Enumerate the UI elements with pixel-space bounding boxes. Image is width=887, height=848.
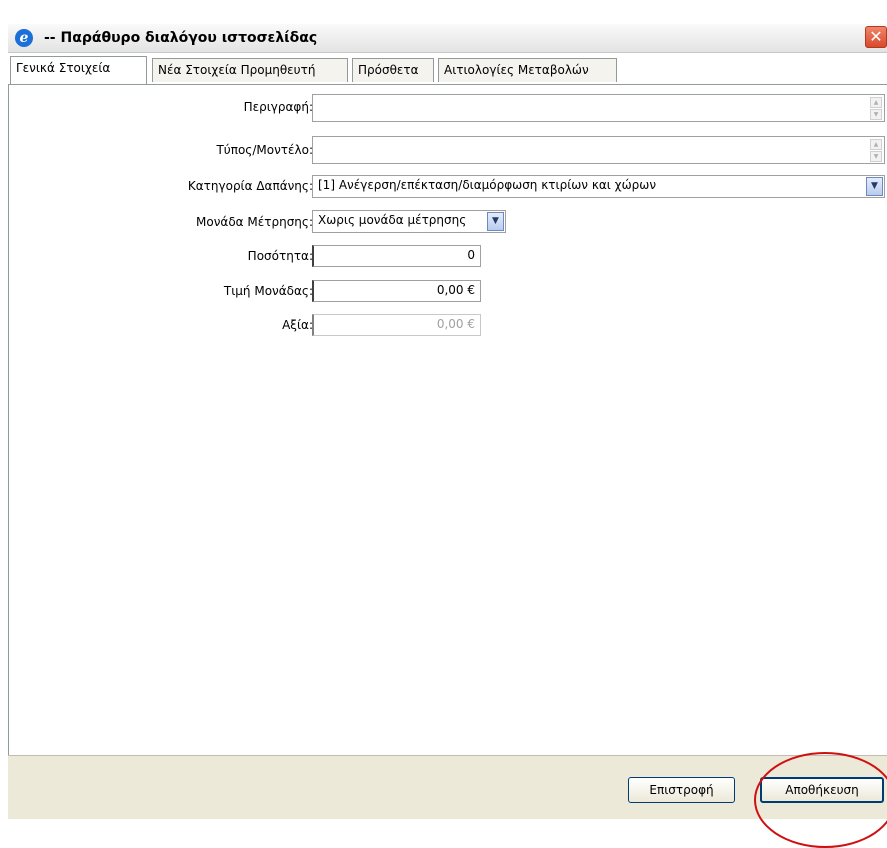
window-title: -- Παράθυρο διαλόγου ιστοσελίδας — [44, 30, 318, 46]
tab-label: Γενικά Στοιχεία — [16, 61, 111, 75]
title-bar: e -- Παράθυρο διαλόγου ιστοσελίδας ✕ — [8, 24, 887, 53]
description-field[interactable]: ▲ ▼ — [312, 94, 885, 122]
value-amount: 0,00 € — [436, 317, 475, 331]
value-label: Αξία: — [282, 318, 313, 332]
type-model-label: Τύπος/Μοντέλο: — [216, 143, 313, 157]
value-field-readonly: 0,00 € — [312, 314, 481, 336]
scroll-down-icon[interactable]: ▼ — [870, 151, 882, 162]
expense-category-label: Κατηγορία Δαπάνης: — [187, 179, 313, 193]
unit-price-value: 0,00 € — [436, 283, 475, 297]
chevron-down-icon[interactable]: ▼ — [487, 212, 504, 231]
unit-of-measure-value: Χωρις μονάδα μέτρησης — [318, 213, 467, 227]
quantity-label: Ποσότητα: — [247, 249, 313, 263]
scroll-up-icon[interactable]: ▲ — [870, 139, 882, 150]
tab-additional[interactable]: Πρόσθετα — [352, 58, 434, 82]
general-info-panel: Περιγραφή: ▲ ▼ Τύπος/Μοντέλο: ▲ ▼ Κατηγο… — [8, 85, 887, 755]
tab-label: Νέα Στοιχεία Προμηθευτή — [158, 63, 316, 77]
tab-strip: Γενικά Στοιχεία Νέα Στοιχεία Προμηθευτή … — [8, 53, 887, 85]
unit-of-measure-label: Μονάδα Μέτρησης: — [196, 215, 313, 229]
back-button[interactable]: Επιστροφή — [628, 777, 735, 803]
highlight-circle — [754, 752, 887, 848]
description-label: Περιγραφή: — [243, 100, 313, 114]
tab-label: Πρόσθετα — [358, 63, 419, 77]
quantity-input[interactable]: 0 — [312, 245, 481, 267]
unit-of-measure-select[interactable]: Χωρις μονάδα μέτρησης ▼ — [312, 210, 506, 233]
expense-category-value: [1] Ανέγερση/επέκταση/διαμόρφωση κτιρίων… — [318, 178, 657, 192]
tab-label: Αιτιολογίες Μεταβολών — [444, 63, 589, 77]
unit-price-input[interactable]: 0,00 € — [312, 280, 481, 302]
chevron-down-icon[interactable]: ▼ — [866, 177, 883, 196]
scroll-up-icon[interactable]: ▲ — [870, 97, 882, 108]
tab-general-info[interactable]: Γενικά Στοιχεία — [10, 56, 147, 85]
close-icon[interactable]: ✕ — [865, 26, 887, 48]
scroll-down-icon[interactable]: ▼ — [870, 109, 882, 120]
expense-category-select[interactable]: [1] Ανέγερση/επέκταση/διαμόρφωση κτιρίων… — [312, 175, 885, 198]
type-model-field[interactable]: ▲ ▼ — [312, 136, 885, 164]
tab-new-supplier-info[interactable]: Νέα Στοιχεία Προμηθευτή — [152, 58, 348, 82]
quantity-value: 0 — [467, 248, 475, 262]
tab-change-reasons[interactable]: Αιτιολογίες Μεταβολών — [438, 58, 617, 82]
ie-icon: e — [15, 29, 33, 47]
unit-price-label: Τιμή Μονάδας: — [223, 284, 313, 298]
